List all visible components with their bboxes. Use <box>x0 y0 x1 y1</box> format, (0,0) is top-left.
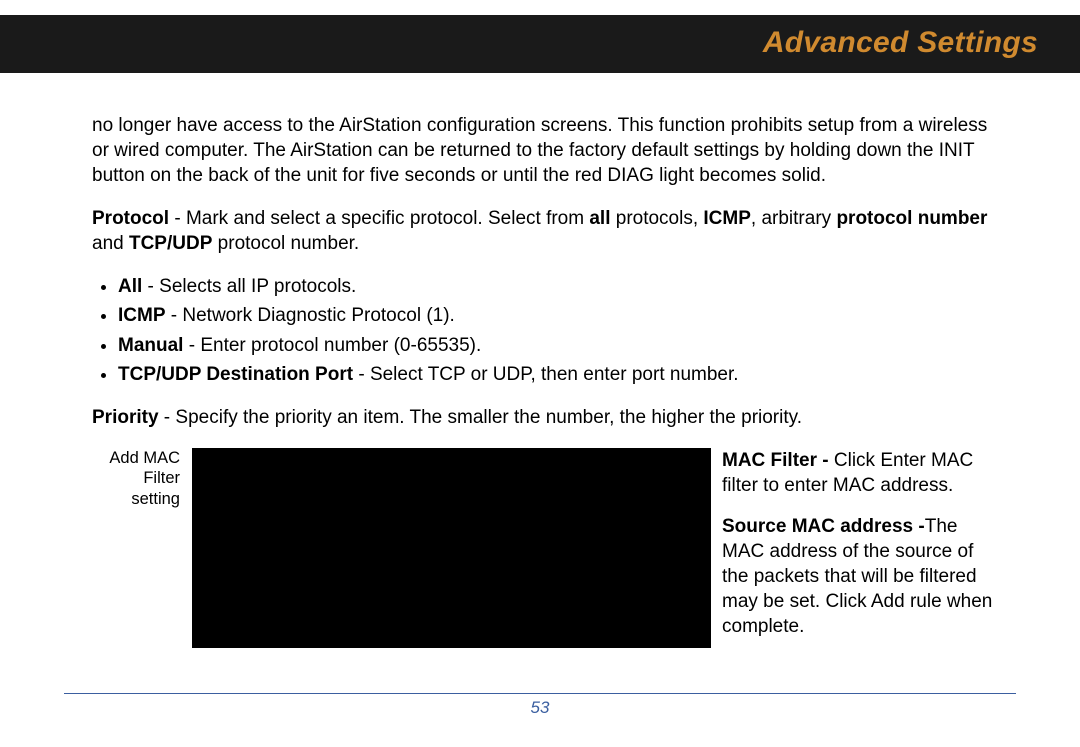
list-item: ICMP - Network Diagnostic Protocol (1). <box>118 303 996 328</box>
bullet-text: - Select TCP or UDP, then enter port num… <box>353 364 738 385</box>
bullet-label: TCP/UDP Destination Port <box>118 364 353 385</box>
mac-filter-block: Add MAC Filter setting MAC Filter - Clic… <box>92 448 996 658</box>
protocol-b3: protocol number <box>836 208 987 229</box>
protocol-t1: Mark and select a specific protocol. Sel… <box>186 208 589 229</box>
mac-filter-paragraph: MAC Filter - Click Enter MAC filter to e… <box>722 448 1002 498</box>
priority-text: - Specify the priority an item. The smal… <box>159 407 802 428</box>
protocol-b2: ICMP <box>703 208 751 229</box>
protocol-t2: protocols, <box>610 208 703 229</box>
list-item: TCP/UDP Destination Port - Select TCP or… <box>118 362 996 387</box>
priority-label: Priority <box>92 407 159 428</box>
intro-paragraph: no longer have access to the AirStation … <box>92 113 996 188</box>
bullet-label: ICMP <box>118 305 166 326</box>
protocol-label: Protocol <box>92 208 169 229</box>
figure-caption: Add MAC Filter setting <box>92 448 180 510</box>
source-mac-paragraph: Source MAC address -The MAC address of t… <box>722 514 1002 639</box>
protocol-t5: protocol number. <box>212 233 359 254</box>
priority-paragraph: Priority - Specify the priority an item.… <box>92 405 996 430</box>
protocol-bullets: All - Selects all IP protocols. ICMP - N… <box>92 274 996 386</box>
protocol-b1: all <box>589 208 610 229</box>
caption-l2: Filter <box>143 469 180 487</box>
protocol-t4: and <box>92 233 129 254</box>
page-footer: 53 <box>64 693 1016 718</box>
protocol-sep: - <box>169 208 186 229</box>
list-item: All - Selects all IP protocols. <box>118 274 996 299</box>
list-item: Manual - Enter protocol number (0-65535)… <box>118 333 996 358</box>
mac-filter-label: MAC Filter - <box>722 450 834 471</box>
page-title: Advanced Settings <box>763 26 1038 60</box>
protocol-t3: , arbitrary <box>751 208 837 229</box>
caption-l1: Add MAC <box>109 449 180 467</box>
bullet-label: All <box>118 276 142 297</box>
bullet-text: - Network Diagnostic Protocol (1). <box>166 305 455 326</box>
source-mac-label: Source MAC address - <box>722 516 925 537</box>
bullet-text: - Enter protocol number (0-65535). <box>183 335 481 356</box>
protocol-b4: TCP/UDP <box>129 233 212 254</box>
mac-filter-figure <box>192 448 711 648</box>
body-content: no longer have access to the AirStation … <box>92 113 996 658</box>
caption-l3: setting <box>131 490 180 508</box>
page-number: 53 <box>531 698 550 717</box>
protocol-paragraph: Protocol - Mark and select a specific pr… <box>92 206 996 256</box>
bullet-label: Manual <box>118 335 183 356</box>
mac-filter-side-text: MAC Filter - Click Enter MAC filter to e… <box>722 448 1002 656</box>
bullet-text: - Selects all IP protocols. <box>142 276 356 297</box>
